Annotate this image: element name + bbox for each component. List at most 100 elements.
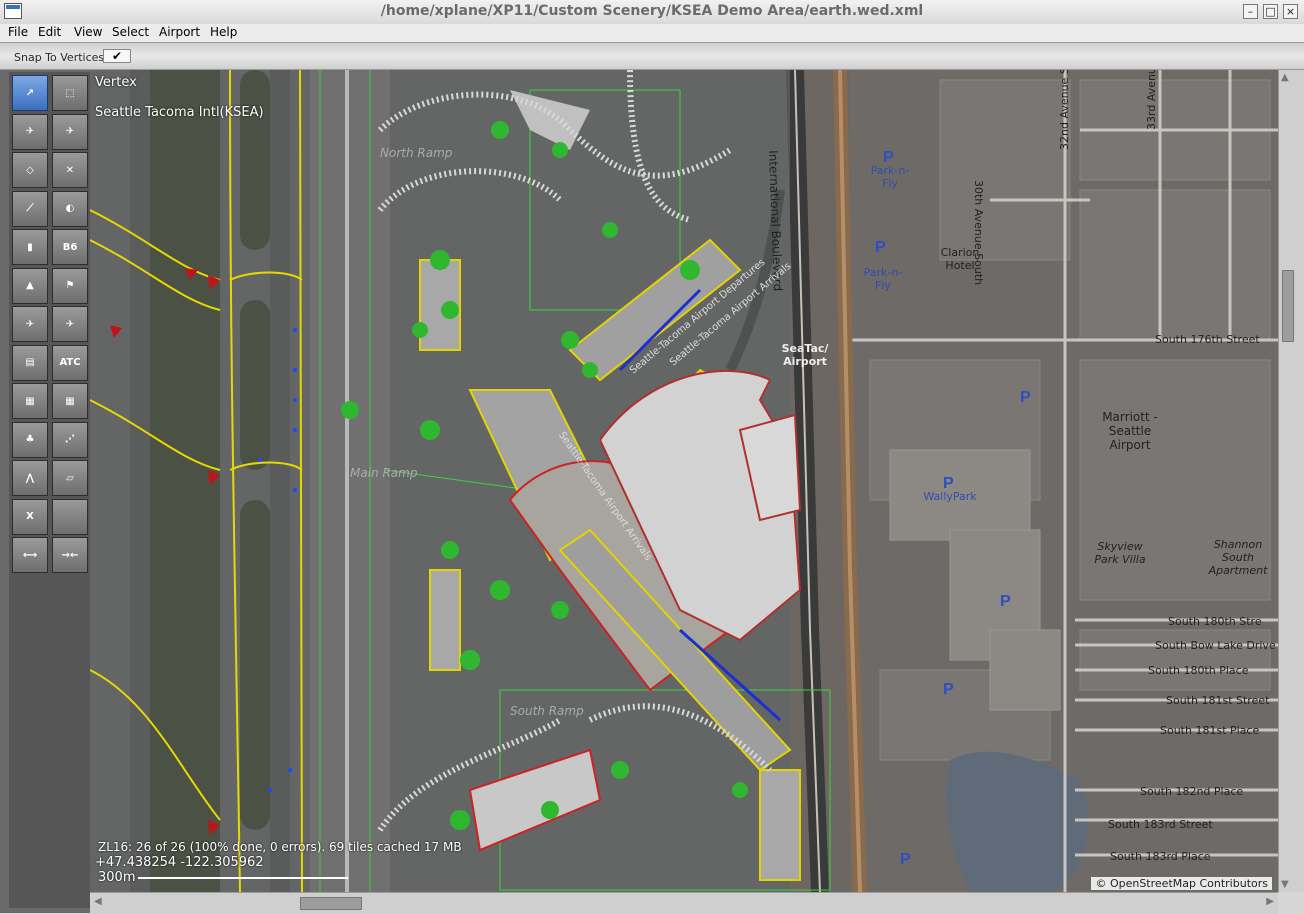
polygon-tool-button[interactable]: ▱ [52, 460, 88, 496]
label-south-180th-pl: South 180th Place [1148, 664, 1249, 677]
runway-tool-button[interactable]: ✈ [12, 113, 48, 150]
maximize-button[interactable]: □ [1263, 4, 1278, 19]
horizontal-scroll-thumb[interactable] [300, 897, 362, 910]
svg-text:P: P [1000, 593, 1011, 610]
label-south-bow-lake: South Bow Lake Drive [1155, 639, 1276, 652]
menu-airport[interactable]: Airport [159, 25, 200, 39]
close-button[interactable]: × [1283, 4, 1298, 19]
runway-tool-icon: ✈ [25, 126, 35, 137]
tower-viewpoint-tool-icon: ✈ [25, 318, 35, 330]
sealane-tool-icon: ◇ [26, 164, 34, 176]
map-canvas[interactable]: P P P P P P P [90, 70, 1278, 892]
tool-palette: ↗ ⬚ ✈ ✈ ◇ ✕ ⟋ ◐ ▮ B6 ▲ ⚑ ✈ ✈ ▤ ATC ▦ ▦ ♣ ⋰ ⋀ ▱ X ⟷ →← [0, 70, 90, 913]
vertex-tool-icon: ⬚ [65, 87, 75, 99]
menu-view[interactable]: View [74, 25, 102, 39]
blank-tool-icon [53, 500, 87, 534]
window-title: /home/xplane/XP11/Custom Scenery/KSEA De… [380, 3, 924, 19]
beacon-tool-button[interactable]: ⚑ [52, 267, 88, 304]
polygon-tool-icon: ▱ [66, 472, 74, 484]
poi-shannon-apartment: Shannon South Apartment [1208, 538, 1268, 577]
osm-attribution: © OpenStreetMap Contributors [1091, 877, 1272, 890]
vertical-scroll-thumb[interactable] [1282, 270, 1294, 342]
light-fixture-tool-button[interactable]: ▮ [12, 229, 48, 265]
blank-tool-button[interactable] [52, 498, 88, 535]
object-tool-icon: ▦ [65, 395, 75, 407]
poi-seatac-airport: SeaTac/ Airport [781, 342, 829, 368]
sealane-tool-button[interactable]: ◇ [12, 152, 48, 188]
exclusion-tool-icon: X [26, 511, 34, 522]
line-tool-icon: ⋀ [25, 472, 35, 484]
snap-to-vertices-label: Snap To Vertices [14, 51, 105, 64]
poi-clarion-hotel: Clarion Hotel [940, 246, 980, 272]
minimize-button[interactable]: – [1243, 4, 1258, 19]
label-south-183rd-pl: South 183rd Place [1110, 850, 1211, 863]
vertex-tool-button[interactable]: ⬚ [52, 75, 88, 111]
sign-tool-icon: B6 [62, 241, 78, 253]
svg-text:P: P [1020, 389, 1031, 406]
string-tool-button[interactable]: ⋰ [52, 421, 88, 458]
cursor-coordinates: +47.438254 -122.305962 [95, 855, 264, 870]
label-33rd-ave: 33rd Avenue [1145, 70, 1158, 130]
forest-tool-icon: ♣ [25, 434, 35, 445]
atc-flow-tool-button[interactable]: ATC [52, 344, 88, 381]
label-32nd-ave: 32nd Avenue South [1058, 70, 1071, 150]
beacon-tool-icon: ⚑ [65, 280, 75, 291]
label-main-ramp: Main Ramp [350, 466, 418, 480]
airport-name: Seattle Tacoma Intl(KSEA) [95, 105, 264, 120]
svg-text:P: P [875, 239, 886, 256]
tile-status-line: ZL16: 26 of 26 (100% done, 0 errors). 69… [98, 840, 462, 854]
sign-tool-button[interactable]: B6 [52, 229, 88, 265]
windsock-tool-icon: ▲ [26, 280, 34, 291]
taxi-route-tool-button[interactable]: ⟋ [12, 190, 48, 227]
boundary-tool-button[interactable]: ◐ [52, 190, 88, 227]
window-titlebar: /home/xplane/XP11/Custom Scenery/KSEA De… [0, 0, 1304, 25]
boundary-tool-icon: ◐ [65, 203, 75, 214]
line-marking-tool-button[interactable]: ▤ [12, 344, 48, 381]
scale-bar [138, 877, 348, 879]
label-south-ramp: South Ramp [510, 704, 584, 718]
map-view[interactable]: P P P P P P P Vertex Seattle Tacoma Intl… [90, 70, 1278, 892]
menu-bar: File Edit View Select Airport Help [0, 24, 1304, 42]
poi-skyview-park-villa: Skyview Park Villa [1094, 540, 1146, 566]
scroll-up-icon[interactable]: ▲ [1281, 72, 1289, 83]
poi-park-n-fly-2: Park-n-Fly [863, 266, 903, 292]
tower-viewpoint-tool-button[interactable]: ✈ [12, 306, 48, 342]
facade-tool-icon: ▦ [25, 395, 35, 407]
forest-tool-button[interactable]: ♣ [12, 421, 48, 458]
vertical-scrollbar[interactable]: ▲ ▼ [1278, 70, 1304, 892]
facade-tool-button[interactable]: ▦ [12, 383, 48, 419]
label-north-ramp: North Ramp [380, 146, 453, 160]
menu-help[interactable]: Help [210, 25, 237, 39]
menu-select[interactable]: Select [112, 25, 149, 39]
ramp-start-tool-button[interactable]: ✈ [52, 306, 88, 342]
label-south-182nd-pl: South 182nd Place [1140, 785, 1244, 798]
truck-parking-tool-button[interactable]: ⟷ [12, 537, 48, 573]
truck-destination-tool-button[interactable]: →← [52, 537, 88, 573]
svg-text:P: P [900, 851, 911, 868]
windsock-tool-button[interactable]: ▲ [12, 267, 48, 304]
snap-to-vertices-checkbox[interactable]: ✔ [103, 49, 131, 63]
poi-wallypark: WallyPark [923, 490, 977, 503]
marquee-select-tool-button[interactable]: ↗ [12, 75, 48, 111]
taxiway-tool-button[interactable]: ✕ [52, 152, 88, 188]
line-tool-button[interactable]: ⋀ [12, 460, 48, 496]
scale-label: 300m [98, 870, 136, 885]
scroll-right-icon[interactable]: ▶ [1266, 896, 1274, 907]
light-fixture-tool-icon: ▮ [27, 241, 33, 253]
helipad-tool-button[interactable]: ✈ [52, 113, 88, 150]
menu-file[interactable]: File [8, 25, 28, 39]
taxi-route-tool-icon: ⟋ [26, 203, 34, 214]
tool-grid: ↗ ⬚ ✈ ✈ ◇ ✕ ⟋ ◐ ▮ B6 ▲ ⚑ ✈ ✈ ▤ ATC ▦ ▦ ♣ ⋰ ⋀ ▱ X ⟷ →← [9, 72, 90, 908]
scroll-left-icon[interactable]: ◀ [94, 896, 102, 907]
scroll-down-icon[interactable]: ▼ [1281, 879, 1289, 890]
horizontal-scrollbar[interactable]: ◀ ▶ [90, 892, 1278, 914]
object-tool-button[interactable]: ▦ [52, 383, 88, 419]
exclusion-tool-button[interactable]: X [12, 498, 48, 535]
poi-marriott: Marriott - Seattle Airport [1102, 410, 1158, 452]
label-south-183rd-st: South 183rd Street [1108, 818, 1213, 831]
atc-flow-tool-icon: ATC [59, 357, 81, 368]
menu-edit[interactable]: Edit [38, 25, 61, 39]
helipad-tool-icon: ✈ [65, 126, 75, 137]
truck-parking-tool-icon: ⟷ [22, 549, 38, 561]
label-south-181st-st: South 181st Street [1166, 694, 1270, 707]
